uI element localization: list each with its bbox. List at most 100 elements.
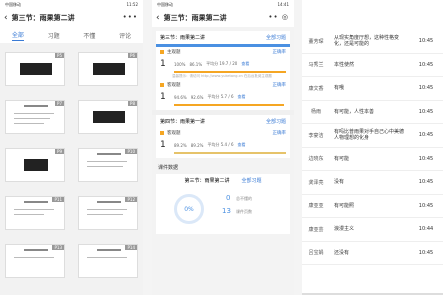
slide-text-line — [14, 113, 54, 114]
slide-text-line — [14, 118, 50, 119]
answer-row[interactable]: 吕宝娟 还没有 10:45 — [302, 242, 443, 265]
page-badge: P12 — [125, 197, 137, 202]
status-label: 正确率 — [272, 50, 287, 55]
answer-row[interactable]: 边晓东 有可能 10:45 — [302, 148, 443, 171]
completion-rate: 100% — [174, 61, 186, 67]
answer-row[interactable]: 董芳琛 从现实角度厅想，这种性格变化，还是可能的 10:45 — [302, 30, 443, 54]
view-link[interactable]: 查看 — [238, 142, 246, 148]
slide-count-label: 课件页数 — [236, 209, 252, 214]
slide-thumb[interactable]: P8 — [78, 100, 138, 134]
status-bar: 中国移动 14:41 — [152, 0, 294, 9]
question-number: 1 — [160, 140, 166, 150]
confused-count-label: 总不懂的 — [236, 196, 252, 201]
slide-thumb[interactable]: P9 — [5, 148, 65, 182]
answer-time: 10:45 — [418, 38, 434, 45]
answer-row[interactable]: 杨雨 有可能，人性本善 10:45 — [302, 101, 443, 124]
question-row: 1 89.2% 89.2% 平均分 5.4 / 6 查看 — [156, 138, 290, 152]
slide-image — [24, 159, 48, 171]
nav-bar: ‹ 第三节：雨果第二讲 ••• — [0, 9, 143, 27]
slide-title-line — [97, 249, 121, 251]
slide-title-line — [24, 201, 48, 203]
view-link[interactable]: 查看 — [241, 61, 249, 67]
question-type: 客观题 — [167, 83, 181, 88]
status-label: 正确率 — [272, 131, 287, 136]
slide-title-line — [24, 249, 48, 251]
more-icon[interactable]: •• ◎ — [268, 13, 289, 21]
student-answer: 还没有 — [334, 249, 350, 256]
view-link[interactable]: 查看 — [238, 94, 246, 100]
slide-text-line — [14, 209, 54, 210]
slide-text-line — [87, 166, 123, 167]
student-answer: 没有 — [334, 179, 345, 186]
slide-thumb[interactable]: P12 — [78, 196, 138, 230]
tab-all[interactable]: 全部 — [11, 30, 24, 41]
student-name: 董芳琛 — [308, 38, 324, 45]
tab-comments[interactable]: 评论 — [119, 31, 131, 40]
all-exercises-link[interactable]: 全部习题 — [242, 177, 262, 184]
page-title: 第三节：雨果第二讲 — [11, 14, 75, 22]
section-header: 第三节：雨果第二讲 全部习题 — [156, 31, 290, 44]
student-answer: 有可能照 — [334, 202, 355, 209]
slide-title-line — [97, 201, 121, 203]
slide-thumb[interactable]: P13 — [5, 244, 65, 278]
student-answer: 有可能，人性本善 — [334, 108, 375, 115]
slide-image — [20, 63, 52, 75]
question-row: 1 94.6% 92.6% 平均分 5.7 / 6 查看 — [156, 90, 290, 104]
page-badge: P8 — [128, 101, 137, 106]
answer-row[interactable]: 马秀兰 本性使然 10:45 — [302, 54, 443, 77]
exercise-card: 第三节：雨果第二讲 全部习题 主观题 正确率 1 100% 86.1% 平均分 1… — [156, 31, 290, 110]
student-name: 边晓东 — [308, 156, 324, 163]
student-name: 龚泽亮 — [308, 179, 324, 186]
slide-title-line — [24, 105, 48, 107]
back-icon[interactable]: ‹ — [4, 13, 8, 23]
nav-bar: ‹ 第三节：雨果第二讲 •• ◎ — [152, 9, 294, 27]
page-badge: P5 — [55, 53, 64, 58]
more-icon[interactable]: ••• — [123, 13, 138, 21]
tab-confused[interactable]: 不懂 — [83, 31, 95, 40]
answer-row[interactable]: 李宴洁 有吗比普雨果对手自己心中美德人物理想的化身 10:45 — [302, 124, 443, 148]
slide-thumb[interactable]: P14 — [78, 244, 138, 278]
answer-row[interactable]: 康文香 有哦 10:45 — [302, 77, 443, 101]
all-exercises-link[interactable]: 全部习题 — [266, 118, 286, 125]
accuracy-rate: 86.1% — [189, 61, 203, 67]
summary-header: 第三节：雨果第二讲 全部习题 — [156, 174, 290, 187]
slide-thumb[interactable]: P6 — [78, 52, 138, 86]
section-title: 第四节：雨果第一讲 — [160, 119, 206, 125]
answer-time: 10:45 — [418, 155, 434, 162]
page-badge: P10 — [125, 149, 137, 154]
question-type: 客观题 — [167, 131, 181, 136]
question-type-row: 客观题 正确率 — [156, 80, 290, 90]
slide-image — [93, 63, 125, 75]
answer-time: 10:45 — [418, 85, 434, 92]
confused-ratio: 0% — [184, 205, 194, 213]
question-number: 1 — [160, 92, 166, 102]
answer-row[interactable]: 康亚亚 有可能照 10:45 — [302, 195, 443, 218]
slide-thumb[interactable]: P5 — [5, 52, 65, 86]
slide-thumb[interactable]: P11 — [5, 196, 65, 230]
tab-exercises[interactable]: 习题 — [48, 31, 60, 40]
section-title: 第三节：雨果第二讲 — [160, 35, 206, 41]
summary-card: 第三节：雨果第二讲 全部习题 0% 0 总不懂的 13 课件页数 — [156, 174, 290, 234]
question-type-row: 客观题 正确率 — [156, 128, 290, 138]
all-exercises-link[interactable]: 全部习题 — [266, 34, 286, 41]
slide-title-line — [97, 153, 121, 155]
back-icon[interactable]: ‹ — [156, 13, 160, 23]
student-name: 吕宝娟 — [308, 250, 324, 257]
question-type: 主观题 — [167, 50, 181, 55]
student-name: 康亚芸 — [308, 226, 324, 233]
answer-time: 10:45 — [418, 249, 434, 256]
average-score: 平均分 19.7 / 20 — [206, 61, 238, 66]
answer-row[interactable]: 康亚芸 浪漫主义 10:44 — [302, 218, 443, 242]
clock: 14:41 — [277, 2, 289, 7]
clock: 11:52 — [126, 2, 138, 7]
slide-thumb[interactable]: P10 — [78, 148, 138, 182]
page-badge: P13 — [52, 245, 64, 250]
slide-count: 13 — [222, 207, 231, 215]
student-name: 马秀兰 — [308, 62, 324, 69]
answer-time: 10:45 — [418, 179, 434, 186]
question-row: 1 100% 86.1% 平均分 19.7 / 20 查看 — [156, 57, 290, 71]
answer-row[interactable]: 龚泽亮 没有 10:45 — [302, 171, 443, 195]
slide-grid: P5 P6 P7 P8 P9 P10 P11 P12 P13 P14 — [5, 52, 138, 292]
slide-thumb[interactable]: P7 — [5, 100, 65, 134]
page-badge: P14 — [125, 245, 137, 250]
